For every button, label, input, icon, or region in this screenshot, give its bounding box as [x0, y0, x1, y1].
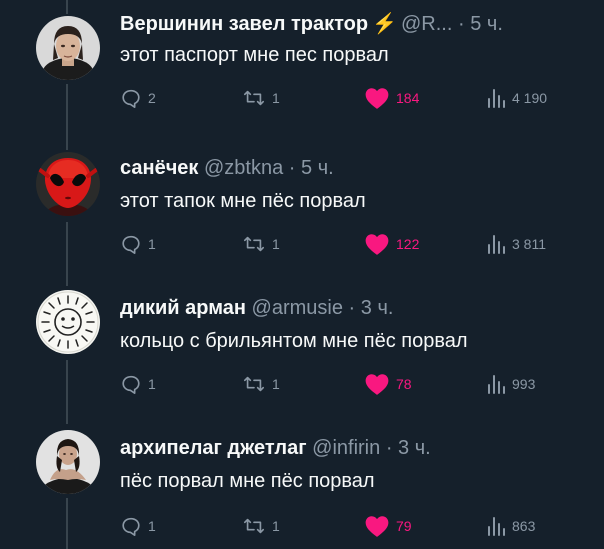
reply-button[interactable]: 1 [120, 372, 156, 396]
reply-icon [122, 375, 140, 394]
post-time[interactable]: 5 ч. [470, 13, 503, 35]
separator-dot: · [288, 157, 296, 179]
views-count: 993 [512, 376, 536, 392]
reply-button[interactable]: 2 [120, 86, 156, 110]
reply-icon [122, 235, 140, 254]
like-count: 184 [396, 90, 420, 106]
post-text: этот тапок мне пёс порвал [120, 190, 366, 212]
post-text: кольцо с брильянтом мне пёс порвал [120, 330, 468, 352]
retweet-button[interactable]: 1 [242, 86, 280, 110]
views-count: 863 [512, 518, 536, 534]
heart-icon [365, 88, 389, 109]
retweet-icon [244, 376, 264, 392]
avatar[interactable] [36, 16, 100, 80]
like-count: 122 [396, 236, 420, 252]
post-header: архипелаг джетлаг @infirin · 3 ч. [120, 436, 431, 460]
reply-count: 2 [148, 90, 156, 106]
views-icon [488, 375, 505, 394]
post-time[interactable]: 3 ч. [361, 297, 394, 319]
like-button[interactable]: 79 [364, 514, 412, 538]
post-text: пёс порвал мне пёс порвал [120, 470, 375, 492]
retweet-button[interactable]: 1 [242, 372, 280, 396]
retweet-icon [244, 90, 264, 106]
heart-icon [365, 374, 389, 395]
retweet-count: 1 [272, 518, 280, 534]
post-actions: 2 1 184 4 190 [120, 86, 590, 110]
reply-count: 1 [148, 518, 156, 534]
post[interactable]: дикий арман @armusie · 3 ч. кольцо с бри… [0, 278, 604, 415]
retweet-button[interactable]: 1 [242, 232, 280, 256]
author-name[interactable]: дикий арман [120, 297, 246, 319]
author-name[interactable]: архипелаг джетлаг [120, 437, 307, 459]
reply-icon [122, 89, 140, 108]
views-count: 4 190 [512, 90, 548, 106]
author-name[interactable]: санёчек [120, 157, 198, 179]
like-button[interactable]: 78 [364, 372, 412, 396]
reply-count: 1 [148, 376, 156, 392]
views-icon [488, 517, 505, 536]
post-actions: 1 1 78 993 [120, 372, 590, 396]
author-handle[interactable]: @infirin [312, 437, 380, 459]
separator-dot: · [457, 13, 465, 35]
post-actions: 1 1 79 863 [120, 514, 590, 538]
lightning-icon: ⚡ [372, 13, 397, 35]
separator-dot: · [385, 437, 393, 459]
reply-count: 1 [148, 236, 156, 252]
retweet-icon [244, 236, 264, 252]
post-time[interactable]: 3 ч. [398, 437, 431, 459]
post-header: Вершинин завел трактор ⚡ @R... · 5 ч. [120, 12, 503, 36]
like-count: 79 [396, 518, 412, 534]
reply-thread-feed: Вершинин завел трактор ⚡ @R... · 5 ч. этот… [0, 0, 604, 549]
like-count: 78 [396, 376, 412, 392]
views-button[interactable]: 863 [486, 514, 535, 538]
separator-dot: · [348, 297, 356, 319]
post-text: этот паспорт мне пес порвал [120, 44, 389, 66]
reply-icon [122, 517, 140, 536]
retweet-count: 1 [272, 236, 280, 252]
like-button[interactable]: 184 [364, 86, 419, 110]
post-time[interactable]: 5 ч. [301, 157, 334, 179]
author-name[interactable]: Вершинин завел трактор [120, 13, 368, 35]
reply-button[interactable]: 1 [120, 232, 156, 256]
retweet-button[interactable]: 1 [242, 514, 280, 538]
author-handle[interactable]: @zbtkna [204, 157, 283, 179]
views-count: 3 811 [512, 236, 546, 252]
avatar[interactable] [36, 430, 100, 494]
author-handle[interactable]: @R... [401, 13, 452, 35]
heart-icon [365, 234, 389, 255]
post[interactable]: санёчек @zbtkna · 5 ч. этот тапок мне пё… [0, 140, 604, 277]
post[interactable]: Вершинин завел трактор ⚡ @R... · 5 ч. этот… [0, 0, 604, 137]
retweet-count: 1 [272, 376, 280, 392]
post-header: дикий арман @armusie · 3 ч. [120, 296, 393, 320]
retweet-count: 1 [272, 90, 280, 106]
avatar[interactable] [36, 152, 100, 216]
like-button[interactable]: 122 [364, 232, 419, 256]
author-handle[interactable]: @armusie [252, 297, 343, 319]
post-header: санёчек @zbtkna · 5 ч. [120, 156, 334, 180]
avatar[interactable] [36, 290, 100, 354]
views-button[interactable]: 993 [486, 372, 535, 396]
heart-icon [365, 516, 389, 537]
post-actions: 1 1 122 3 811 [120, 232, 590, 256]
post[interactable]: архипелаг джетлаг @infirin · 3 ч. пёс по… [0, 416, 604, 549]
views-icon [488, 235, 505, 254]
reply-button[interactable]: 1 [120, 514, 156, 538]
views-button[interactable]: 3 811 [486, 232, 546, 256]
views-icon [488, 89, 505, 108]
retweet-icon [244, 518, 264, 534]
views-button[interactable]: 4 190 [486, 86, 547, 110]
